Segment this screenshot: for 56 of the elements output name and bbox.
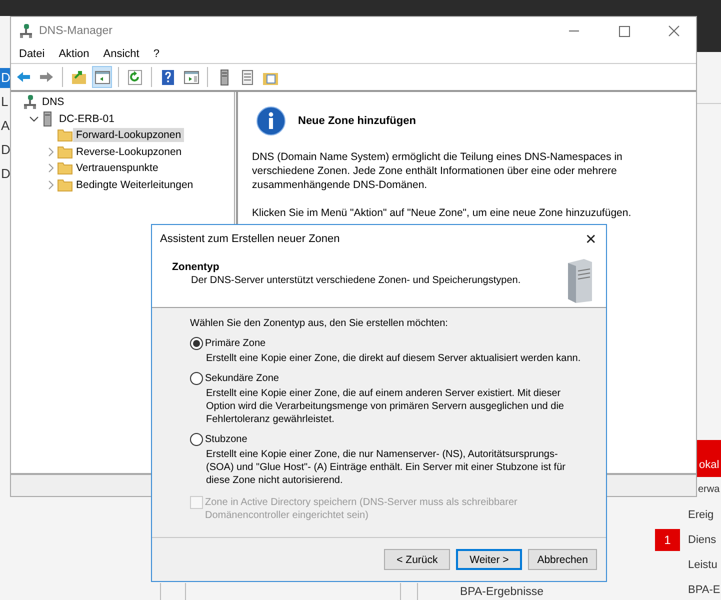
dialog-button[interactable]: Weiter > <box>456 549 522 570</box>
info-text: DNS (Domain Name System) ermöglicht die Teilung eines DNS-Namespaces in verschiedene Zonen. Jede Zone enthält Informationen über eine oder mehrere zusammenhängende DNS-Domänen. <box>252 150 624 192</box>
info-text: Klicken Sie im Menü "Aktion" auf "Neue Zone", um eine neue Zone hinzuzufügen. <box>252 206 632 220</box>
sidebar-item[interactable]: L <box>0 92 10 112</box>
tile-row-label[interactable]: Ereig <box>688 508 714 520</box>
refresh-icon <box>126 68 144 86</box>
help-icon <box>160 68 176 86</box>
option-label[interactable]: Stubzone <box>205 434 248 445</box>
info-icon <box>256 106 286 136</box>
window-title: DNS-Manager <box>39 25 114 37</box>
option-description: Erstellt eine Kopie einer Zone, die direkt auf diesem Server aktualisiert werden kann. <box>206 352 582 365</box>
toolbar-button[interactable] <box>92 66 112 88</box>
tree-item[interactable]: Bedingte Weiterleitungen <box>73 178 196 192</box>
sidebar-item[interactable]: D <box>0 68 10 88</box>
sidebar-item[interactable]: D <box>0 140 10 160</box>
dns-icon <box>23 94 39 110</box>
tree-item[interactable]: Vertrauenspunkte <box>73 161 162 176</box>
menu-item[interactable]: Datei <box>19 48 45 60</box>
option-description: Erstellt eine Kopie einer Zone, die nur Namenserver- (NS), Autoritätsursprungs- (SOA) und "Glue Host"- (A) Einträge enthält. Ein Server mit einer Stubzone ist für diese Zone nicht autorisierend. <box>206 448 566 487</box>
option-label[interactable]: Primäre Zone <box>205 338 266 349</box>
tile-row-label[interactable]: BPA-Ergebnisse <box>460 583 544 600</box>
folder-icon <box>57 176 73 193</box>
tile-row-label[interactable]: BPA-E <box>688 584 720 596</box>
instruction-text: Wählen Sie den Zonentyp aus, den Sie erstellen möchten: <box>190 318 449 329</box>
dns-icon <box>19 23 33 39</box>
tree-item[interactable]: Forward-Lookupzonen <box>73 128 184 142</box>
radio-button[interactable] <box>190 337 203 350</box>
tree-item[interactable]: DNS <box>39 95 68 110</box>
count-badge: 1 <box>655 528 680 550</box>
folder-icon <box>57 160 73 176</box>
page-subheading: Der DNS-Server unterstützt verschiedene Zonen- und Speicherungstypen. <box>191 275 522 286</box>
tile-row-label[interactable]: Diens <box>688 534 716 546</box>
dialog-button[interactable]: < Zurück <box>384 549 450 570</box>
page-heading: Zonentyp <box>172 261 220 273</box>
pane-icon <box>94 68 110 86</box>
dialog-title: Assistent zum Erstellen neuer Zonen <box>160 233 341 245</box>
option-description: Erstellt eine Kopie einer Zone, die auf einem anderen Server existiert. Mit dieser Option wird die Verarbeitungsmenge von primären Servern ausgeglichen und die Fehlertoleranz gewährleistet. <box>206 387 565 426</box>
tile-row-label[interactable]: Leistu <box>688 558 718 570</box>
menu-item[interactable]: Aktion <box>58 48 90 60</box>
menu-item[interactable]: ? <box>153 48 160 60</box>
dialog-button[interactable]: Abbrechen <box>528 549 597 570</box>
sidebar-item[interactable]: A <box>0 116 10 136</box>
info-title: Neue Zone hinzufügen <box>298 115 416 127</box>
tree-item[interactable]: DC-ERB-01 <box>56 112 118 126</box>
menu-item[interactable]: Ansicht <box>103 48 140 60</box>
option-label[interactable]: Sekundäre Zone <box>205 373 279 384</box>
folder-up-icon <box>70 68 88 86</box>
radio-button[interactable] <box>190 372 203 385</box>
window-icon <box>182 68 200 86</box>
folder-icon <box>57 144 73 160</box>
tile-row-label[interactable]: erwa <box>698 484 720 495</box>
tile-header: okal <box>697 440 721 477</box>
close-button[interactable]: ✕ <box>576 231 606 247</box>
tree-item[interactable]: Reverse-Lookupzonen <box>73 144 185 159</box>
radio-button[interactable] <box>190 433 203 446</box>
sidebar-item[interactable]: D <box>0 164 10 184</box>
